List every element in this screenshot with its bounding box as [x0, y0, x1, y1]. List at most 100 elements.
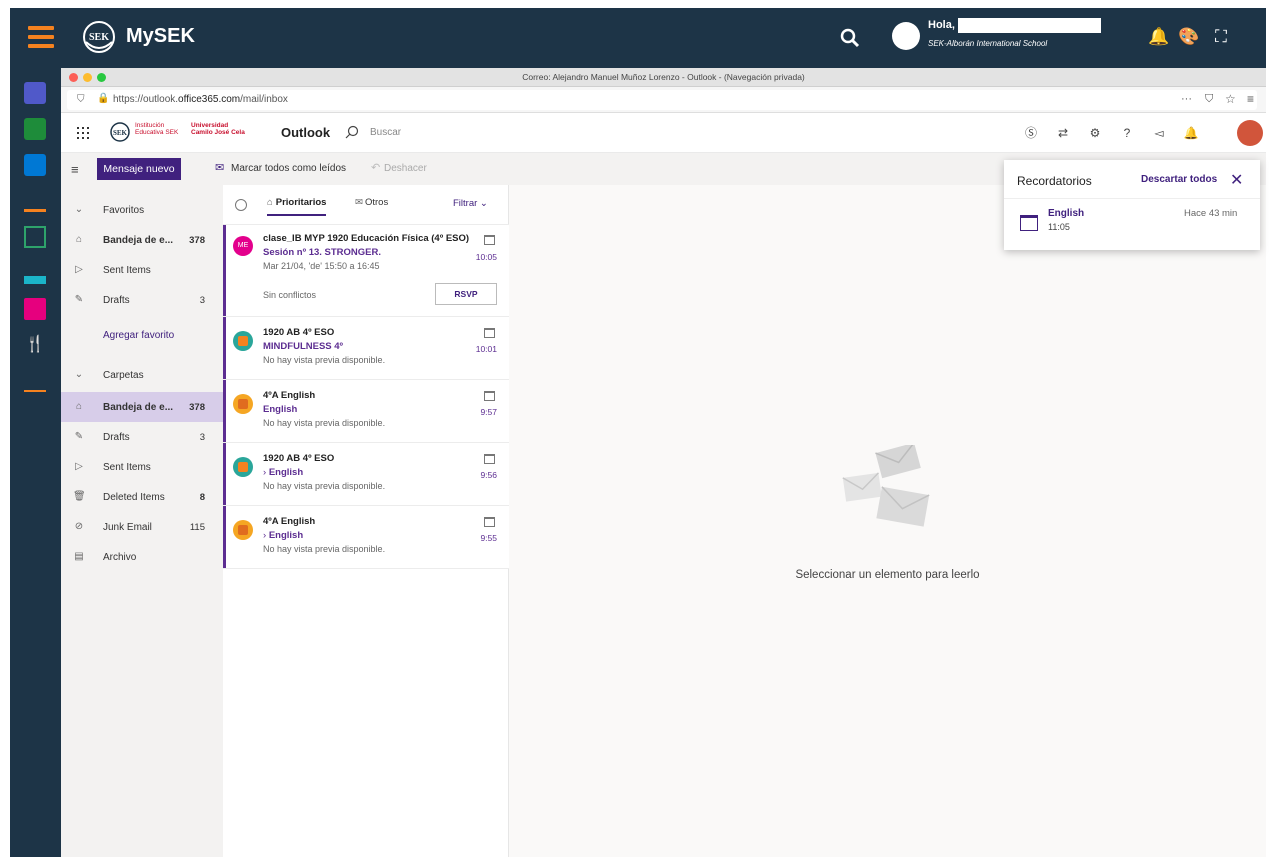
- profile-avatar[interactable]: [1237, 120, 1263, 146]
- classroom-icon[interactable]: [24, 118, 46, 140]
- message-preview: No hay vista previa disponible.: [263, 481, 386, 491]
- reminder-name[interactable]: English: [1048, 208, 1084, 219]
- favorite-sent-items[interactable]: ▷ Sent Items: [61, 255, 223, 285]
- more-icon[interactable]: ···: [1181, 93, 1192, 105]
- inbox-icon: ⌂: [267, 197, 273, 208]
- brand-university: Universidad Camilo José Cela: [191, 122, 245, 136]
- outlook-icon[interactable]: [24, 154, 46, 176]
- envelope-open-icon: ✉: [215, 162, 225, 174]
- message-item[interactable]: 4ºA English English 9:57 No hay vista pr…: [223, 380, 509, 443]
- browser-menu-icon[interactable]: ≡: [1247, 92, 1254, 106]
- bell-icon[interactable]: 🔔: [1148, 26, 1170, 48]
- mark-all-read-button[interactable]: Marcar todos como leídos: [231, 163, 346, 174]
- reminder-time: 11:05: [1048, 222, 1070, 232]
- pen-icon[interactable]: [24, 370, 46, 392]
- message-subject: › English: [263, 467, 304, 478]
- svg-text:SEK: SEK: [89, 32, 109, 43]
- brand-institution: Institución Educativa SEK: [135, 122, 179, 136]
- calendar-cancel-icon: [484, 517, 495, 527]
- sender-avatar: [233, 331, 253, 351]
- search-icon[interactable]: [345, 125, 359, 139]
- message-item[interactable]: 1920 AB 4º ESO › English 9:56 No hay vis…: [223, 443, 509, 506]
- tab-other[interactable]: ✉ Otros: [355, 197, 388, 208]
- search-input[interactable]: Buscar: [370, 127, 401, 138]
- message-time: 9:56: [480, 470, 497, 480]
- reminders-panel: Recordatorios Descartar todos ✕ English …: [1004, 160, 1260, 250]
- folder-deleted-items[interactable]: 🗑 Deleted Items 8: [61, 482, 223, 512]
- favorite-inbox[interactable]: ⌂ Bandeja de e... 378: [61, 225, 223, 255]
- favorites-header[interactable]: ⌄ Favoritos: [61, 195, 223, 225]
- message-time: 9:55: [480, 533, 497, 543]
- message-time: 10:01: [475, 344, 497, 354]
- message-item[interactable]: 1920 AB 4º ESO MINDFULNESS 4º 10:01 No h…: [223, 317, 509, 380]
- filter-button[interactable]: Filtrar ⌄: [453, 198, 488, 209]
- todo-icon[interactable]: ⇄: [1055, 125, 1071, 141]
- message-preview: No hay vista previa disponible.: [263, 355, 386, 365]
- search-icon[interactable]: [840, 28, 860, 48]
- folder-junk-email[interactable]: ⊘ Junk Email 115: [61, 512, 223, 542]
- undo-button[interactable]: Deshacer: [384, 163, 427, 174]
- menu-icon[interactable]: [28, 26, 54, 50]
- settings-icon[interactable]: ⚙: [1087, 125, 1103, 141]
- new-message-button[interactable]: Mensaje nuevo: [97, 158, 181, 180]
- greeting: Hola,: [928, 19, 955, 31]
- reading-pane: Seleccionar un elemento para leerlo: [509, 185, 1266, 857]
- shapes-icon[interactable]: [24, 262, 46, 284]
- folder-sent-items[interactable]: ▷ Sent Items: [61, 452, 223, 482]
- teams-icon[interactable]: [24, 82, 46, 104]
- help-icon[interactable]: ?: [1119, 125, 1135, 141]
- message-sender: clase_IB MYP 1920 Educación Física (4º E…: [263, 233, 470, 244]
- outlook-header: SEK Institución Educativa SEK Universidad…: [61, 113, 1266, 153]
- conflict-status: Sin conflictos: [263, 290, 317, 300]
- rsvp-button[interactable]: RSVP: [435, 283, 497, 305]
- pocket-icon[interactable]: ⛉: [1205, 93, 1213, 106]
- user-avatar[interactable]: [892, 22, 920, 50]
- app-launcher-icon[interactable]: [77, 127, 89, 139]
- user-name-redacted: [958, 18, 1101, 33]
- window-title: Correo: Alejandro Manuel Muñoz Lorenzo -…: [522, 72, 805, 82]
- message-time: 10:05: [475, 252, 497, 262]
- message-subject: MINDFULNESS 4º: [263, 341, 344, 352]
- url-text: https://outlook.office365.com/mail/inbox: [113, 94, 288, 105]
- fullscreen-icon[interactable]: ⛶: [1210, 26, 1232, 48]
- sek-logo: SEK: [83, 21, 115, 53]
- message-item[interactable]: 4ºA English › English 9:55 No hay vista …: [223, 506, 509, 569]
- trash-icon: 🗑: [73, 491, 86, 502]
- message-preview: Mar 21/04, 'de' 15:50 a 16:45: [263, 261, 380, 271]
- mysek-top-bar: SEK MySEK Hola, SEK-Alborán Internationa…: [10, 8, 1266, 68]
- svg-text:SEK: SEK: [113, 129, 128, 137]
- chart-icon[interactable]: [24, 190, 46, 212]
- folder-drafts[interactable]: ✎ Drafts 3: [61, 422, 223, 452]
- folders-header[interactable]: ⌄ Carpetas: [61, 360, 223, 390]
- collapse-pane-icon[interactable]: ≡: [71, 162, 79, 177]
- dismiss-all-button[interactable]: Descartar todos: [1141, 174, 1217, 185]
- favorite-drafts[interactable]: ✎ Drafts 3: [61, 285, 223, 315]
- utensils-icon[interactable]: 🍴: [24, 334, 46, 356]
- outlook-title[interactable]: Outlook: [281, 125, 330, 140]
- message-sender: 4ºA English: [263, 390, 316, 401]
- tab-focused[interactable]: ⌂ Prioritarios: [267, 197, 327, 216]
- calendar-icon[interactable]: [24, 298, 46, 320]
- pencil-icon: ✎: [74, 431, 84, 442]
- chevron-down-icon: ⌄: [74, 204, 84, 215]
- add-favorite-link[interactable]: Agregar favorito: [61, 320, 223, 350]
- notebook-icon[interactable]: [24, 226, 46, 248]
- folder-pane: ⌄ Favoritos ⌂ Bandeja de e... 378 ▷ Sent…: [61, 185, 223, 857]
- chevron-right-icon: ›: [263, 530, 267, 541]
- chevron-down-icon: ⌄: [74, 369, 84, 380]
- star-icon[interactable]: ☆: [1225, 92, 1236, 106]
- message-list-header: ⌂ Prioritarios ✉ Otros Filtrar ⌄: [223, 185, 509, 225]
- undo-icon: ↶: [371, 162, 381, 174]
- message-item[interactable]: ME clase_IB MYP 1920 Educación Física (4…: [223, 225, 509, 317]
- skype-icon[interactable]: Ⓢ: [1023, 125, 1039, 141]
- sender-avatar: [233, 520, 253, 540]
- school-name: SEK-Alborán International School: [928, 39, 1048, 48]
- palette-icon[interactable]: 🎨: [1178, 26, 1200, 48]
- close-icon[interactable]: ✕: [1230, 170, 1243, 190]
- notifications-icon[interactable]: 🔔: [1183, 125, 1199, 141]
- folder-inbox[interactable]: ⌂ Bandeja de e... 378: [61, 392, 223, 422]
- feedback-icon[interactable]: ◅: [1151, 125, 1167, 141]
- select-all-checkbox[interactable]: [235, 199, 247, 211]
- folder-archive[interactable]: ▤ Archivo: [61, 542, 223, 572]
- address-field[interactable]: ⛉ 🔒 https://outlook.office365.com/mail/i…: [67, 90, 1257, 110]
